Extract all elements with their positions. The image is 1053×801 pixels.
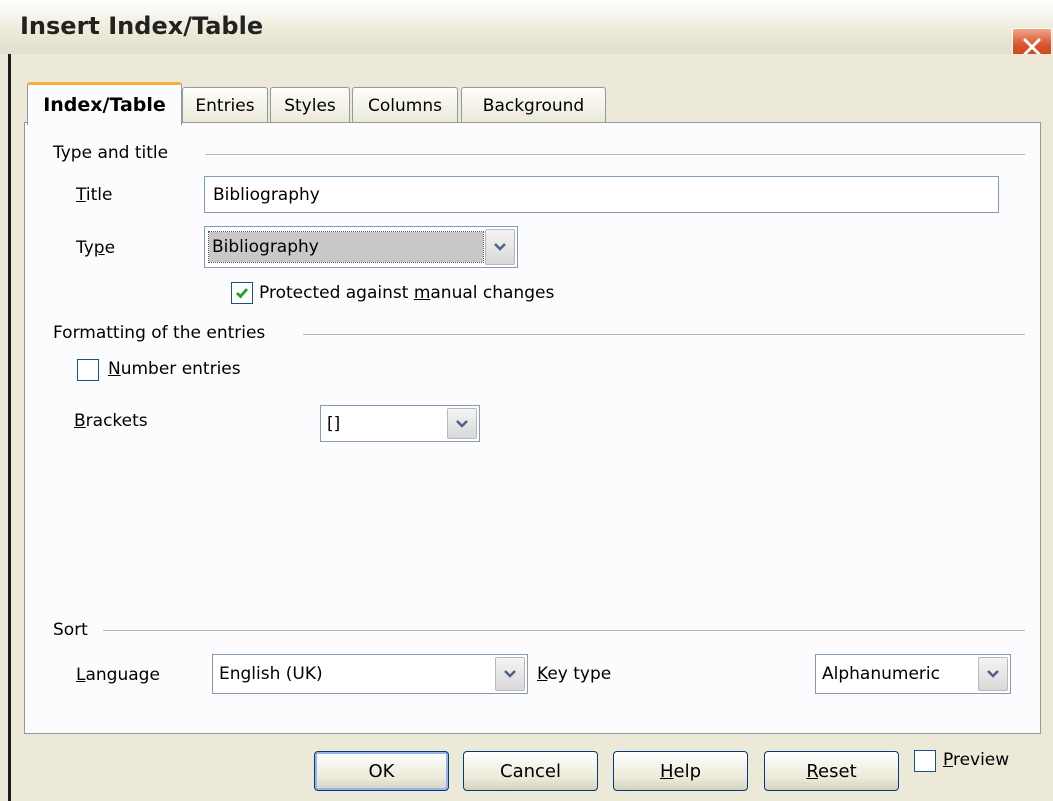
window-title: Insert Index/Table xyxy=(20,12,264,40)
help-button-label: Help xyxy=(659,760,702,782)
title-input[interactable]: Bibliography xyxy=(204,176,999,213)
chevron-down-icon xyxy=(504,670,516,678)
window-border xyxy=(8,54,11,801)
key-type-select[interactable]: Alphanumeric xyxy=(815,654,1011,694)
tab-label: Styles xyxy=(284,95,336,116)
protected-checkbox[interactable] xyxy=(231,282,253,304)
protected-label: Protected against manual changes xyxy=(259,283,555,303)
number-entries-label: Number entries xyxy=(108,359,241,379)
preview-label: Preview xyxy=(943,750,1010,770)
tab-columns[interactable]: Columns xyxy=(352,87,458,123)
tab-panel xyxy=(24,122,1041,734)
tab-label: Entries xyxy=(195,95,255,116)
chevron-down-icon xyxy=(494,243,506,251)
brackets-select[interactable]: [] xyxy=(320,405,480,442)
brackets-label: Brackets xyxy=(74,411,148,431)
language-select[interactable]: English (UK) xyxy=(212,654,528,694)
number-entries-checkbox[interactable] xyxy=(77,359,99,381)
language-select-value: English (UK) xyxy=(219,664,323,684)
ok-button[interactable]: OK xyxy=(314,751,449,791)
separator xyxy=(303,334,1025,335)
type-dropdown-button[interactable] xyxy=(485,229,515,265)
type-select-value: Bibliography xyxy=(208,231,484,263)
type-select[interactable]: Bibliography xyxy=(204,226,518,268)
tab-label: Background xyxy=(482,95,585,116)
tab-label: Index/Table xyxy=(43,94,166,116)
title-label: Title xyxy=(76,185,113,205)
cancel-button[interactable]: Cancel xyxy=(463,751,598,791)
chevron-down-icon xyxy=(987,670,999,678)
preview-checkbox[interactable] xyxy=(914,750,936,772)
separator xyxy=(103,630,1025,631)
key-type-select-value: Alphanumeric xyxy=(822,664,940,684)
tab-styles[interactable]: Styles xyxy=(270,87,350,123)
title-input-value: Bibliography xyxy=(213,184,320,205)
tab-index-table[interactable]: Index/Table xyxy=(27,82,182,125)
ok-button-label: OK xyxy=(368,760,395,782)
reset-button[interactable]: Reset xyxy=(764,751,899,791)
brackets-select-value: [] xyxy=(327,413,341,434)
group-label-sort: Sort xyxy=(53,620,88,640)
reset-button-label: Reset xyxy=(806,760,857,782)
group-label-formatting: Formatting of the entries xyxy=(53,323,266,343)
tab-entries[interactable]: Entries xyxy=(182,87,268,123)
key-type-label: Key type xyxy=(537,664,612,684)
cancel-button-label: Cancel xyxy=(500,760,561,782)
group-label-type-and-title: Type and title xyxy=(53,143,169,163)
language-dropdown-button[interactable] xyxy=(495,657,525,691)
help-button[interactable]: Help xyxy=(613,751,748,791)
tab-background[interactable]: Background xyxy=(461,87,606,123)
tab-label: Columns xyxy=(368,95,442,116)
language-label: Language xyxy=(76,665,160,685)
chevron-down-icon xyxy=(456,419,468,428)
title-bar: Insert Index/Table xyxy=(0,0,1053,54)
separator xyxy=(205,154,1025,155)
checkmark-icon xyxy=(236,288,249,299)
key-type-dropdown-button[interactable] xyxy=(978,657,1008,691)
brackets-dropdown-button[interactable] xyxy=(447,408,477,439)
type-label: Type xyxy=(76,238,116,258)
